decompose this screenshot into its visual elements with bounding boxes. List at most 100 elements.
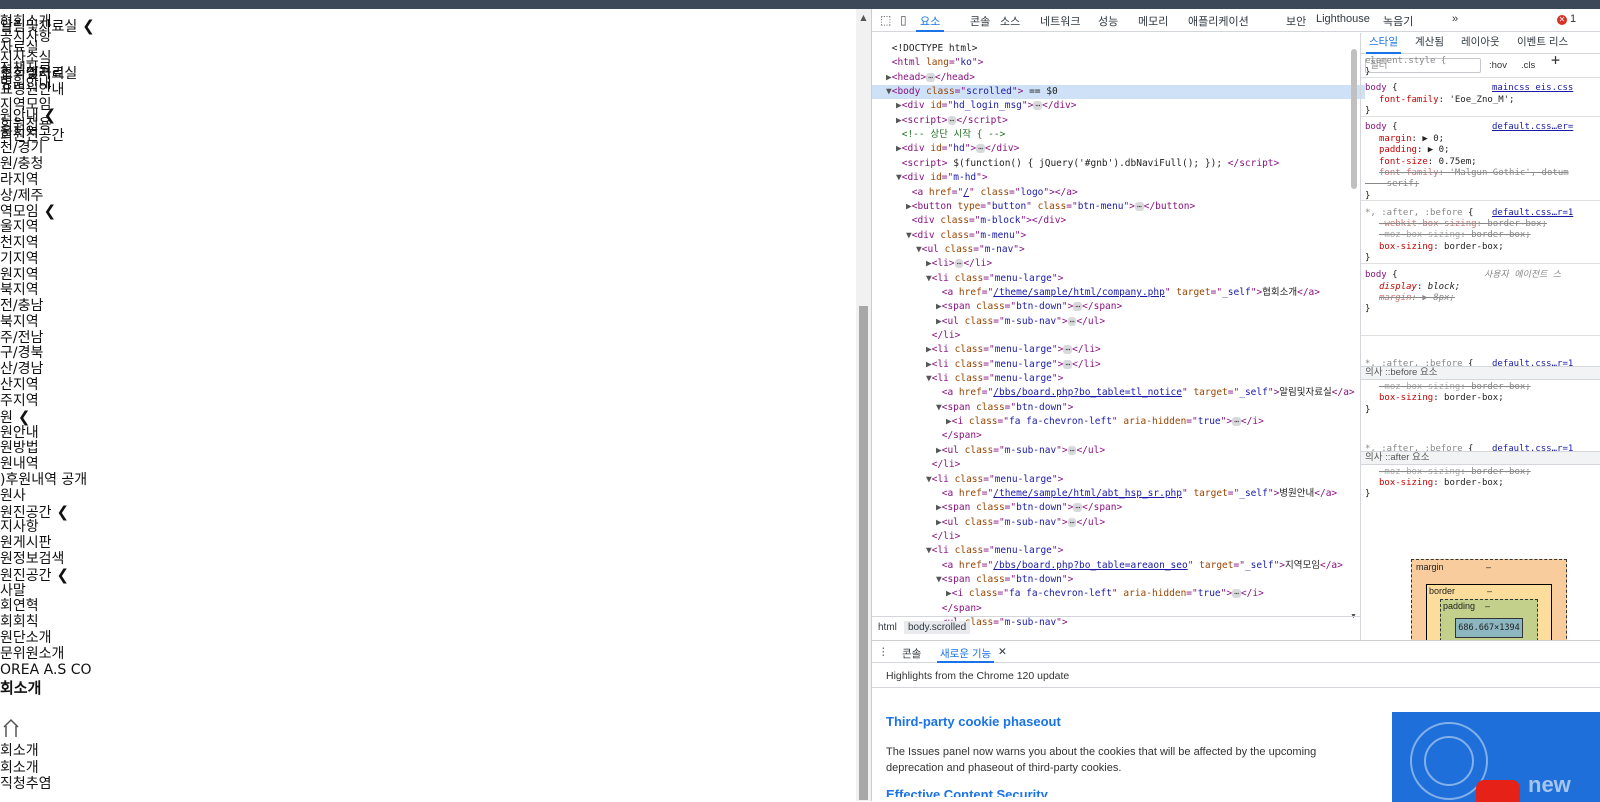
style-line[interactable]: -moz-box-sizing: border-box; (1361, 467, 1600, 478)
dom-node[interactable]: </li> (872, 530, 1365, 544)
expand-icon[interactable]: ▼ (896, 172, 902, 183)
menu-item[interactable]: 천지역 (0, 235, 39, 251)
chevron-left-icon[interactable]: ❮ (57, 566, 70, 584)
style-line[interactable]: body {default.css…er= (1361, 122, 1600, 133)
style-line[interactable]: *, :after, :before {default.css…r=1 (1361, 208, 1600, 219)
elements-tree[interactable]: ⋯ <!DOCTYPE html> <html lang="ko">▶<head… (872, 33, 1379, 640)
chevron-left-icon[interactable]: ❮ (82, 17, 95, 35)
dom-node[interactable]: ▶<head> ⋯ </head> (872, 71, 1365, 85)
page-scrollbar[interactable]: ▲ (856, 9, 871, 801)
styles-tab-0[interactable]: 스타일 (1366, 36, 1401, 55)
feature-heading[interactable]: Third-party cookie phaseout (886, 714, 1061, 729)
dom-node[interactable]: <a href="/theme/sample/html/company.php"… (872, 286, 1365, 300)
tab-3[interactable]: 네트워크 (1040, 13, 1080, 29)
dom-node[interactable]: ▼<span class="btn-down"> (872, 573, 1365, 587)
menu-item[interactable]: 원안내 (0, 425, 39, 441)
expand-icon[interactable]: ▼ (926, 545, 932, 556)
menu-item[interactable]: 직청추염 (0, 776, 52, 792)
home-icon[interactable] (2, 717, 20, 739)
webpage-viewport[interactable]: 협회소개 알림및자료실 ❮ 공지사항 자료실 지사소식 정책자료 협회갤러리 조직및자료실 병원안… (0, 9, 856, 801)
style-line[interactable]: font-family: 'Malgun Gothic', dotum (1361, 168, 1600, 179)
elements-scrollbar[interactable]: ▼ (1350, 33, 1358, 623)
menu-item[interactable]: 문위원소개 (0, 646, 64, 662)
style-line[interactable]: font-family: 'Eoe_Zno_M'; (1361, 95, 1600, 106)
tab-console[interactable]: 콘솔 (902, 646, 921, 661)
dom-node[interactable]: <a href="/bbs/board.php?bo_table=areaon_… (872, 559, 1365, 573)
video-thumbnail[interactable]: new (1392, 712, 1600, 802)
dom-node[interactable]: </span> (872, 602, 1365, 616)
style-line[interactable]: serif; (1361, 179, 1600, 190)
expand-icon[interactable]: ▶ (896, 100, 902, 111)
dom-node[interactable]: ▼<li class="menu-large"> (872, 473, 1365, 487)
menu-item[interactable]: 지사항 (0, 519, 39, 535)
dom-node[interactable]: </li> (872, 329, 1365, 343)
scroll-up-icon[interactable]: ▲ (856, 13, 871, 22)
drawer-menu-icon[interactable]: ⋮ (878, 646, 889, 658)
menu-item[interactable]: 주/전남 (0, 330, 43, 346)
box-model-content[interactable]: 686.667×1394 (1455, 618, 1523, 638)
dom-node[interactable]: ▶<i class="fa fa-chevron-left" aria-hidd… (872, 415, 1365, 429)
menu-item[interactable]: 북지역 (0, 314, 39, 330)
tab-9[interactable]: 녹음기 (1383, 13, 1413, 29)
expand-icon[interactable]: ▶ (926, 258, 932, 269)
expand-icon[interactable]: ▼ (926, 273, 932, 284)
dom-node[interactable]: </span> (872, 429, 1365, 443)
menu-item[interactable]: 원사 (0, 488, 26, 504)
menu-item[interactable]: 북지역 (0, 282, 39, 298)
tab-7[interactable]: 보안 (1286, 13, 1306, 29)
menu-item[interactable]: 회회칙 (0, 614, 39, 630)
expand-icon[interactable]: ▶ (926, 344, 932, 355)
menu-item[interactable]: 울지역 (0, 219, 39, 235)
youtube-play-icon[interactable] (1476, 780, 1520, 802)
tab-5[interactable]: 메모리 (1138, 13, 1168, 29)
dom-node[interactable]: ▼<body class="scrolled"> == $0 (872, 85, 1365, 100)
style-line[interactable]: box-sizing: border-box; (1361, 478, 1600, 489)
style-line[interactable]: box-sizing: border-box; (1361, 393, 1600, 404)
menu-item[interactable]: )후원내역 공개 (0, 472, 87, 488)
menu-item[interactable]: 회소개 (0, 680, 41, 696)
styles-tab-2[interactable]: 레이아웃 (1461, 36, 1500, 48)
dom-node[interactable]: ▶<div id="hd_login_msg"> ⋯ </div> (872, 99, 1365, 113)
error-count-badge[interactable]: ✕ 1 (1557, 13, 1576, 25)
menu-item[interactable]: 역모임 ❮ (0, 203, 56, 220)
tab-whats-new[interactable]: 새로운 기능 (936, 646, 995, 663)
dom-node[interactable]: <script> $(function() { jQuery('#gnb').d… (872, 157, 1365, 171)
menu-item[interactable]: 상/제주 (0, 188, 43, 204)
dom-node[interactable]: <html lang="ko"> (872, 56, 1365, 70)
dom-node[interactable]: <!-- 상단 시작 { --> (872, 128, 1365, 142)
expand-icon[interactable]: ▶ (936, 301, 942, 312)
dom-node[interactable]: ▼<span class="btn-down"> (872, 401, 1365, 415)
menu-item[interactable]: 원지역 (0, 267, 39, 283)
elements-scrollbar-thumb[interactable] (1351, 49, 1357, 189)
dom-node[interactable]: <a href="/bbs/board.php?bo_table=tl_noti… (872, 386, 1365, 400)
expand-icon[interactable]: ▼ (926, 474, 932, 485)
expand-icon[interactable]: ▶ (936, 445, 942, 456)
breadcrumb-html[interactable]: html (878, 622, 897, 633)
menu-item[interactable]: 회연혁 (0, 598, 39, 614)
breadcrumb-body[interactable]: body.scrolled (904, 621, 971, 634)
expand-icon[interactable]: ▶ (906, 201, 912, 212)
expand-icon[interactable]: ▼ (926, 373, 932, 384)
styles-tab-3[interactable]: 이벤트 리스 (1517, 36, 1568, 48)
dom-node[interactable]: ▶<li> ⋯ </li> (872, 257, 1365, 271)
feature-heading-2[interactable]: Effective Content Security Policy (886, 787, 1086, 797)
styles-tab-1[interactable]: 계산됨 (1415, 36, 1444, 48)
menu-item[interactable]: 산/경남 (0, 361, 43, 377)
menu-item[interactable]: 원 ❮ (0, 409, 30, 426)
dom-node[interactable]: <a href="/theme/sample/html/abt_hsp_sr.p… (872, 487, 1365, 501)
page-scrollbar-thumb[interactable] (859, 306, 868, 800)
style-line[interactable]: box-sizing: border-box; (1361, 242, 1600, 253)
dom-node[interactable]: ▼<ul class="m-nav"> (872, 243, 1365, 257)
style-line[interactable]: body {maincss_eis.css (1361, 83, 1600, 94)
tab-6[interactable]: 애플리케이션 (1188, 13, 1249, 29)
dom-node[interactable]: ▶<span class="btn-down"> ⋯ </span> (872, 300, 1365, 314)
dom-node[interactable]: <!DOCTYPE html> (872, 42, 1365, 56)
menu-item[interactable]: 회소개 (0, 760, 39, 776)
tab-1[interactable]: 콘솔 (970, 13, 990, 29)
dom-node[interactable]: ▼<li class="menu-large"> (872, 372, 1365, 386)
expand-icon[interactable]: ▶ (936, 502, 942, 513)
chevron-left-icon[interactable]: ❮ (44, 202, 57, 220)
style-line[interactable]: } (1361, 405, 1600, 416)
expand-icon[interactable]: ▶ (896, 115, 902, 126)
expand-icon[interactable]: ▶ (896, 143, 902, 154)
